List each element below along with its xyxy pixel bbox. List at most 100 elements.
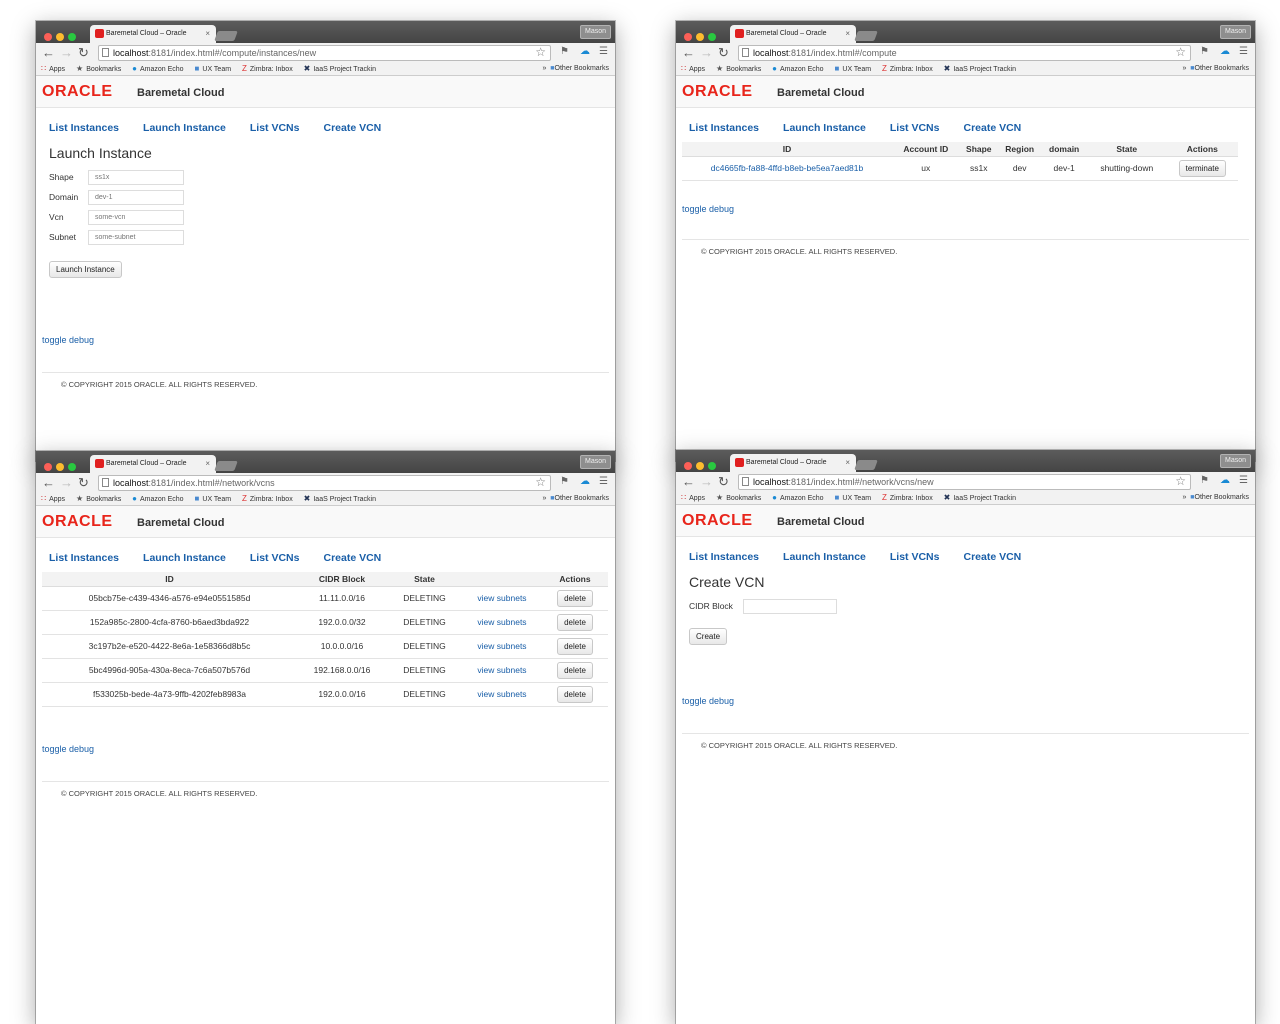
bookmark-star-icon[interactable]: ☆ [1175,474,1186,488]
menu-icon[interactable]: ☰ [1239,475,1248,486]
evernote-extension-icon[interactable]: ⚑ [1200,475,1209,486]
nav-launch-instance[interactable]: Launch Instance [143,552,226,564]
reload-icon[interactable]: ↻ [78,45,89,61]
bookmark-apps[interactable]: ∷ Apps [681,63,705,75]
nav-list-vcns[interactable]: List VCNs [890,551,940,563]
cloud-extension-icon[interactable]: ☁ [580,476,590,487]
forward-arrow-icon[interactable]: → [700,474,713,490]
forward-arrow-icon[interactable]: → [60,45,73,61]
shape-input[interactable] [88,170,184,185]
view-subnets-link[interactable]: view subnets [462,682,542,707]
address-bar[interactable]: localhost:8181/index.html#/compute [738,45,1191,61]
cloud-extension-icon[interactable]: ☁ [1220,475,1230,486]
bookmark-overflow-icon[interactable]: » [543,65,547,72]
close-window-button[interactable] [684,462,692,470]
view-subnets-link[interactable]: view subnets [462,586,542,611]
reload-icon[interactable]: ↻ [78,475,89,491]
bookmark-star-icon[interactable]: ☆ [535,475,546,489]
bookmark-bookmarks[interactable]: ★ Bookmarks [716,492,761,504]
terminate-button[interactable]: terminate [1178,159,1226,177]
close-window-button[interactable] [684,33,692,41]
address-bar[interactable]: localhost:8181/index.html#/compute/insta… [98,45,551,61]
bookmark-ux-team[interactable]: ■ UX Team [195,63,232,75]
nav-list-instances[interactable]: List Instances [689,122,759,134]
bookmark-overflow-icon[interactable]: » [1183,494,1187,501]
bookmark-ux-team[interactable]: ■ UX Team [835,63,872,75]
menu-icon[interactable]: ☰ [1239,46,1248,57]
browser-tab[interactable]: Baremetal Cloud – Oracle × [730,454,856,472]
new-tab-button[interactable] [854,31,878,41]
instance-id-link[interactable]: dc4665fb-fa88-4ffd-b8eb-be5ea7aed81b [682,156,892,181]
bookmark-amazon-echo[interactable]: ● Amazon Echo [132,493,183,505]
nav-create-vcn[interactable]: Create VCN [963,551,1021,563]
evernote-extension-icon[interactable]: ⚑ [1200,46,1209,57]
toggle-debug-link[interactable]: toggle debug [676,696,734,706]
new-tab-button[interactable] [214,31,238,41]
nav-list-instances[interactable]: List Instances [49,122,119,134]
address-bar[interactable]: localhost:8181/index.html#/network/vcns [98,475,551,491]
user-profile-button[interactable]: Mason [1219,454,1251,468]
bookmark-bookmarks[interactable]: ★ Bookmarks [716,63,761,75]
bookmark-iaas-tracker[interactable]: ✖ IaaS Project Trackin [944,492,1016,504]
bookmark-amazon-echo[interactable]: ● Amazon Echo [772,63,823,75]
tab-close-icon[interactable]: × [845,454,850,472]
nav-launch-instance[interactable]: Launch Instance [143,122,226,134]
bookmark-amazon-echo[interactable]: ● Amazon Echo [132,63,183,75]
back-arrow-icon[interactable]: ← [682,474,695,490]
browser-tab[interactable]: Baremetal Cloud – Oracle × [730,25,856,43]
bookmark-overflow-icon[interactable]: » [1183,65,1187,72]
view-subnets-link[interactable]: view subnets [462,634,542,659]
browser-tab[interactable]: Baremetal Cloud – Oracle × [90,455,216,473]
delete-button[interactable]: delete [557,613,593,631]
other-bookmarks[interactable]: » ■Other Bookmarks [538,63,609,75]
bookmark-ux-team[interactable]: ■ UX Team [835,492,872,504]
bookmark-zimbra[interactable]: Z Zimbra: Inbox [242,493,293,505]
forward-arrow-icon[interactable]: → [700,45,713,61]
forward-arrow-icon[interactable]: → [60,475,73,491]
new-tab-button[interactable] [854,460,878,470]
zoom-window-button[interactable] [68,33,76,41]
launch-instance-button[interactable]: Launch Instance [49,261,122,278]
nav-create-vcn[interactable]: Create VCN [963,122,1021,134]
toggle-debug-link[interactable]: toggle debug [36,335,94,345]
zoom-window-button[interactable] [708,33,716,41]
toggle-debug-link[interactable]: toggle debug [36,744,94,754]
address-bar[interactable]: localhost:8181/index.html#/network/vcns/… [738,474,1191,490]
evernote-extension-icon[interactable]: ⚑ [560,46,569,57]
create-button[interactable]: Create [689,628,728,645]
browser-tab[interactable]: Baremetal Cloud – Oracle × [90,25,216,43]
nav-list-instances[interactable]: List Instances [49,552,119,564]
new-tab-button[interactable] [214,461,238,471]
reload-icon[interactable]: ↻ [718,45,729,61]
back-arrow-icon[interactable]: ← [42,475,55,491]
bookmark-bookmarks[interactable]: ★ Bookmarks [76,63,121,75]
nav-launch-instance[interactable]: Launch Instance [783,551,866,563]
bookmark-apps[interactable]: ∷ Apps [41,493,65,505]
bookmark-star-icon[interactable]: ☆ [1175,45,1186,59]
domain-input[interactable] [88,190,184,205]
vcn-input[interactable] [88,210,184,225]
bookmark-apps[interactable]: ∷ Apps [681,492,705,504]
nav-list-vcns[interactable]: List VCNs [890,122,940,134]
minimize-window-button[interactable] [696,33,704,41]
bookmark-star-icon[interactable]: ☆ [535,45,546,59]
close-window-button[interactable] [44,33,52,41]
delete-button[interactable]: delete [557,685,593,703]
other-bookmarks[interactable]: » ■Other Bookmarks [1178,63,1249,75]
zoom-window-button[interactable] [708,462,716,470]
minimize-window-button[interactable] [56,33,64,41]
close-window-button[interactable] [44,463,52,471]
nav-list-vcns[interactable]: List VCNs [250,552,300,564]
cloud-extension-icon[interactable]: ☁ [580,46,590,57]
bookmark-zimbra[interactable]: Z Zimbra: Inbox [242,63,293,75]
minimize-window-button[interactable] [56,463,64,471]
evernote-extension-icon[interactable]: ⚑ [560,476,569,487]
bookmark-overflow-icon[interactable]: » [543,495,547,502]
bookmark-iaas-tracker[interactable]: ✖ IaaS Project Trackin [304,63,376,75]
other-bookmarks[interactable]: » ■Other Bookmarks [538,493,609,505]
cloud-extension-icon[interactable]: ☁ [1220,46,1230,57]
user-profile-button[interactable]: Mason [579,25,611,39]
bookmark-bookmarks[interactable]: ★ Bookmarks [76,493,121,505]
tab-close-icon[interactable]: × [845,25,850,43]
minimize-window-button[interactable] [696,462,704,470]
